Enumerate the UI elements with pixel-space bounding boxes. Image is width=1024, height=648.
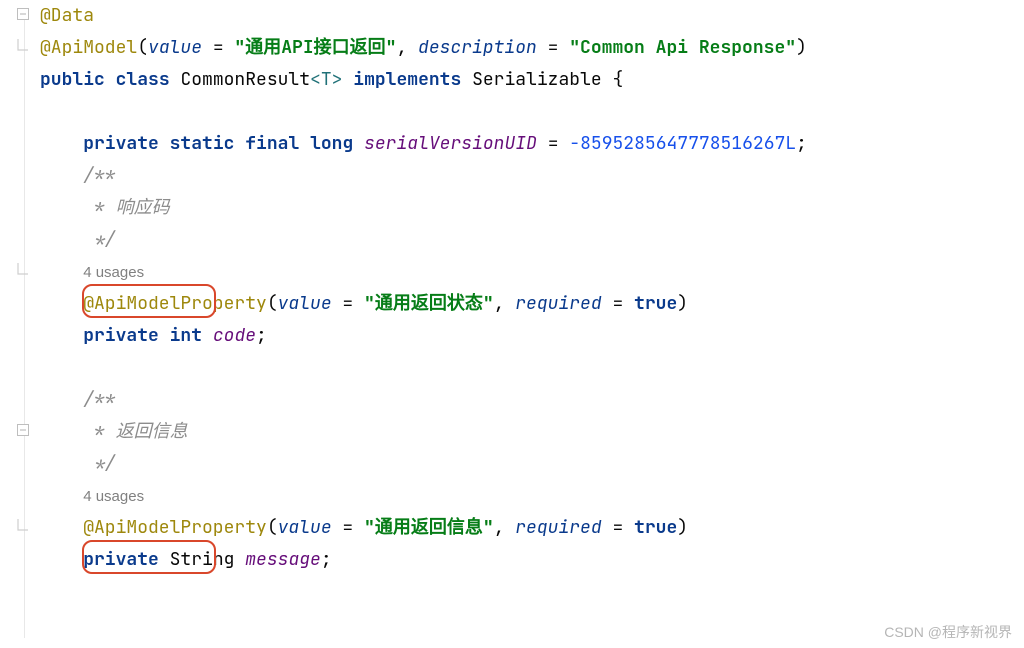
fold-marker-minus-icon[interactable]: [17, 8, 31, 22]
code-line[interactable]: */: [34, 448, 1024, 480]
fold-marker-end-icon: [17, 263, 31, 277]
code-line[interactable]: /**: [34, 384, 1024, 416]
usages-hint[interactable]: 4 usages: [83, 264, 144, 281]
code-line[interactable]: @Data: [34, 0, 1024, 32]
annotation: @ApiModelProperty: [83, 292, 267, 315]
code-line[interactable]: @ApiModelProperty(value = "通用返回信息", requ…: [34, 512, 1024, 544]
code-line[interactable]: */: [34, 224, 1024, 256]
gutter: [0, 0, 34, 648]
fold-marker-end-icon: [17, 519, 31, 533]
code-line[interactable]: /**: [34, 160, 1024, 192]
code-line[interactable]: * 响应码: [34, 192, 1024, 224]
inlay-usages[interactable]: 4 usages: [34, 480, 1024, 512]
annotation: @Data: [40, 4, 94, 27]
annotation: @ApiModel: [40, 36, 137, 59]
fold-guide-line: [24, 8, 25, 638]
usages-hint[interactable]: 4 usages: [83, 488, 144, 505]
fold-marker-end-icon: [17, 39, 31, 53]
code-line[interactable]: * 返回信息: [34, 416, 1024, 448]
code-area[interactable]: @Data @ApiModel(value = "通用API接口返回", des…: [34, 0, 1024, 648]
code-line[interactable]: @ApiModel(value = "通用API接口返回", descripti…: [34, 32, 1024, 64]
code-line[interactable]: public class CommonResult<T> implements …: [34, 64, 1024, 96]
code-line[interactable]: private String message;: [34, 544, 1024, 576]
fold-marker-minus-icon[interactable]: [17, 424, 31, 438]
blank-line: [34, 96, 1024, 128]
inlay-usages[interactable]: 4 usages: [34, 256, 1024, 288]
code-line[interactable]: @ApiModelProperty(value = "通用返回状态", requ…: [34, 288, 1024, 320]
code-line[interactable]: private static final long serialVersionU…: [34, 128, 1024, 160]
code-line[interactable]: private int code;: [34, 320, 1024, 352]
annotation: @ApiModelProperty: [83, 516, 267, 539]
blank-line: [34, 352, 1024, 384]
code-editor[interactable]: @Data @ApiModel(value = "通用API接口返回", des…: [0, 0, 1024, 648]
